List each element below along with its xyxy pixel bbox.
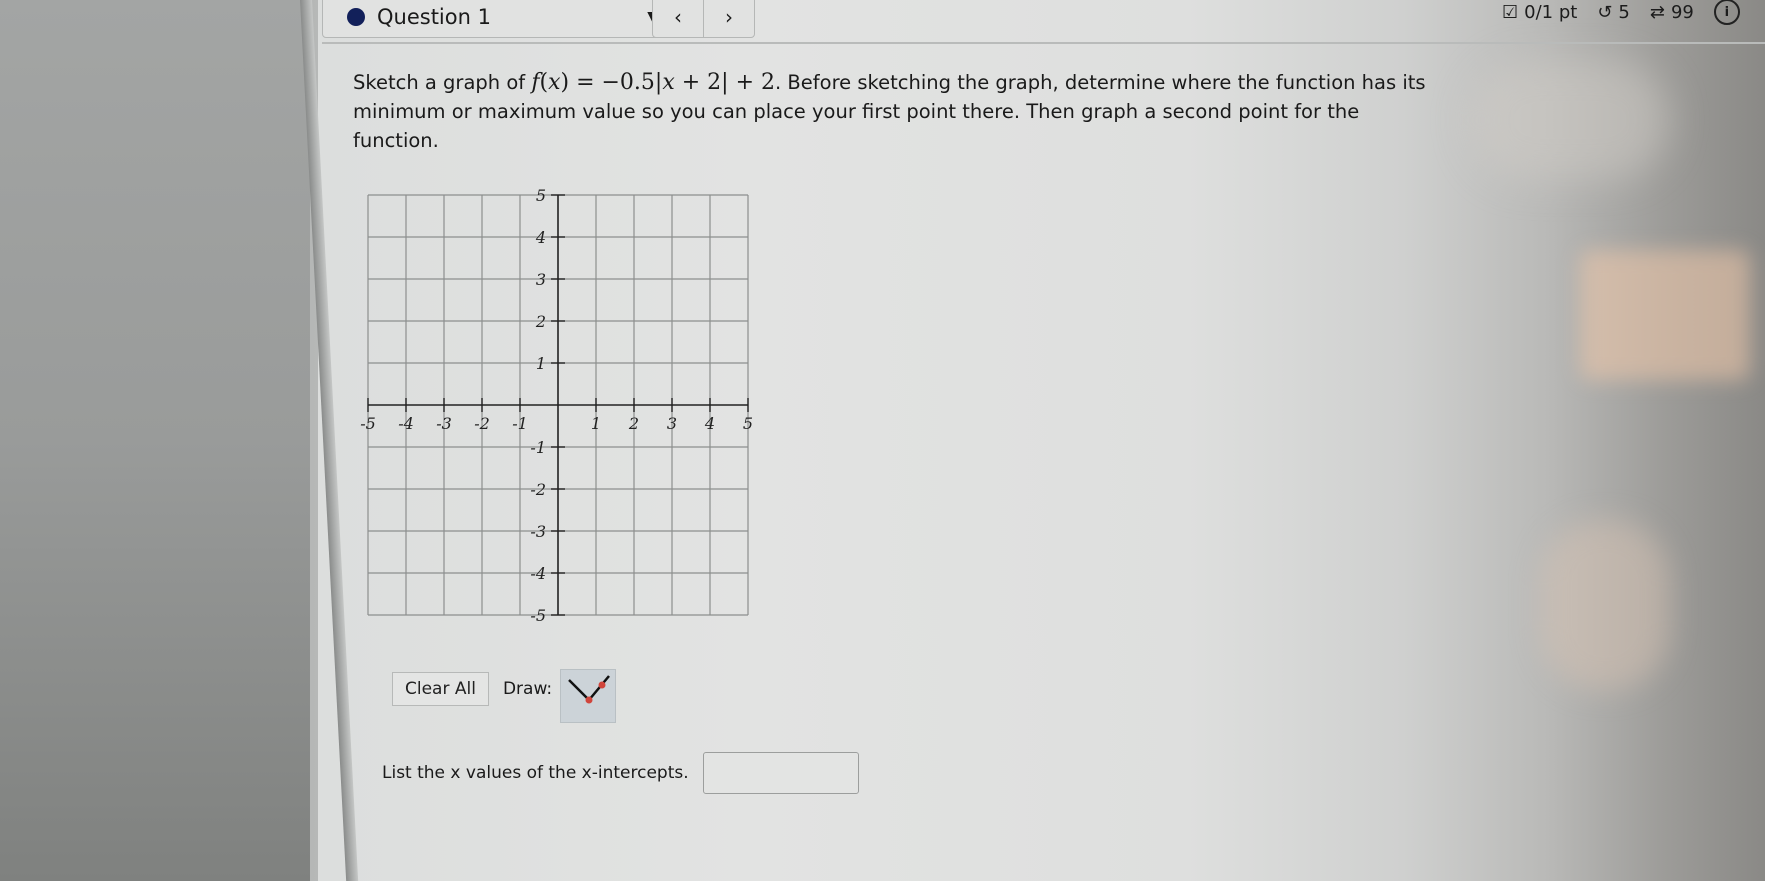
question-status: ☑ 0/1 pt ↺ 5 ⇄ 99 i [1502, 0, 1740, 25]
function-expression: f(x) = −0.5|x + 2| + 2 [531, 70, 776, 95]
x-tick-label: 5 [743, 414, 753, 433]
x-intercepts-input[interactable] [702, 752, 859, 794]
question-selector[interactable]: Question 1 ▼ [322, 0, 679, 38]
x-tick-label: -1 [512, 414, 528, 433]
retries-count: 5 [1618, 1, 1630, 23]
y-tick-label: 1 [536, 354, 546, 373]
x-tick-label: 2 [628, 414, 639, 433]
y-tick-label: -4 [530, 564, 546, 583]
question-prompt: Sketch a graph of f(x) = −0.5|x + 2| + 2… [353, 68, 1433, 155]
question-status-dot [347, 8, 365, 26]
retry-icon: ↺ [1597, 1, 1613, 23]
y-tick-label: -1 [530, 438, 546, 457]
reflection-glare [1470, 60, 1670, 180]
x-tick-label: 4 [704, 414, 715, 433]
y-tick-label: 5 [536, 186, 546, 205]
draw-label: Draw: [502, 679, 553, 699]
x-tick-label: 3 [667, 414, 677, 433]
clear-all-button[interactable]: Clear All [392, 672, 489, 706]
checkbox-icon: ☑ [1502, 1, 1519, 23]
graph-canvas[interactable]: -5 -4 -3 -2 -1 1 2 3 4 5 5 4 3 2 1 -1 -2 -3 -4 -5 [348, 175, 768, 639]
info-icon[interactable]: i [1713, 0, 1740, 25]
screen-bezel [0, 0, 310, 881]
absolute-value-tool-button[interactable] [560, 669, 617, 723]
y-tick-label: 4 [535, 228, 546, 247]
attempts-count: 99 [1670, 1, 1694, 23]
prompt-lead: Sketch a graph of [353, 71, 532, 94]
x-tick-label: -2 [474, 414, 490, 433]
y-tick-label: -2 [530, 480, 546, 499]
absolute-value-icon [568, 675, 611, 704]
chevron-left-icon: ‹ [674, 5, 682, 29]
header-divider [322, 42, 1765, 44]
y-tick-label: -5 [530, 606, 546, 625]
attempts-icon: ⇄ [1649, 1, 1665, 23]
answer-prompt: List the x values of the x-intercepts. [382, 763, 689, 783]
x-tick-label: -5 [360, 414, 376, 433]
x-tick-label: -4 [398, 414, 414, 433]
x-tick-label: -3 [436, 414, 452, 433]
y-tick-label: -3 [530, 522, 546, 541]
y-tick-label: 2 [535, 312, 546, 331]
reflection-glare [1540, 520, 1670, 690]
answer-row: List the x values of the x-intercepts. [382, 752, 859, 794]
next-question-button[interactable]: › [703, 0, 755, 38]
score-text: 0/1 pt [1524, 1, 1578, 23]
question-label: Question 1 [377, 5, 491, 29]
x-tick-label: 1 [591, 414, 601, 433]
reflection-glare [1580, 250, 1750, 380]
coordinate-grid[interactable]: -5 -4 -3 -2 -1 1 2 3 4 5 5 4 3 2 1 -1 -2 -3 -4 -5 [348, 175, 768, 635]
previous-question-button[interactable]: ‹ [652, 0, 704, 38]
chevron-right-icon: › [725, 5, 733, 29]
y-tick-label: 3 [536, 270, 546, 289]
graph-tools: Clear All Draw: [392, 655, 617, 723]
